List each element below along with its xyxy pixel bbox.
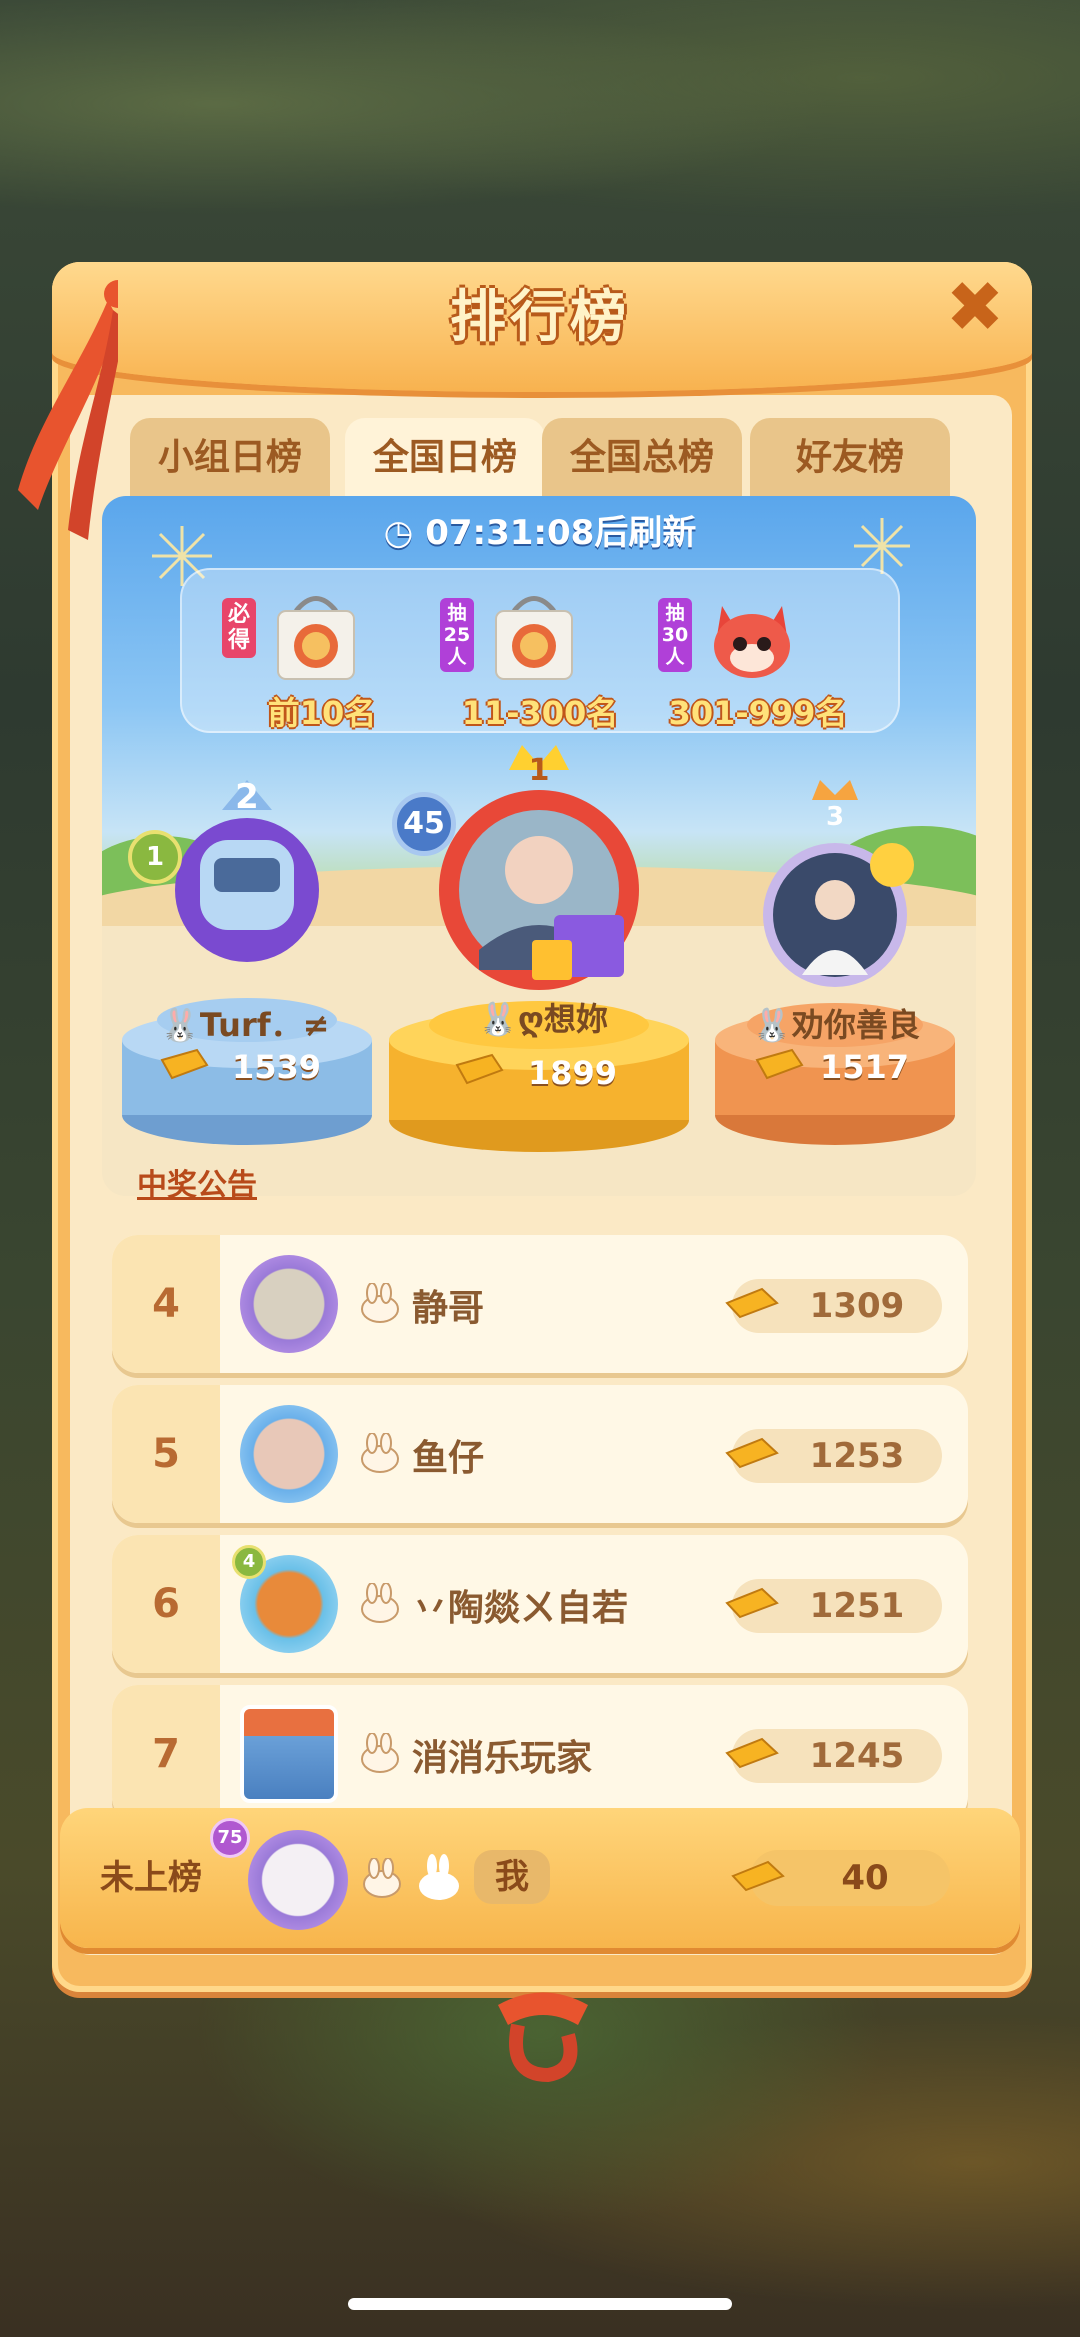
reward-panel: 必得 前10名 抽 25 人 11-300名 抽 30 人 301-999名 xyxy=(180,568,900,733)
gold-bar-icon xyxy=(731,1860,785,1892)
reward-top10[interactable]: 必得 前10名 xyxy=(222,580,422,732)
level-badge: 4 xyxy=(232,1545,266,1579)
my-rank-row[interactable]: 未上榜 75 我 40 xyxy=(60,1808,1020,1948)
my-rank-status: 未上榜 xyxy=(100,1858,202,1898)
podium-third-name: 🐰劝你善良 xyxy=(752,1006,920,1044)
rabbit-icon xyxy=(361,1283,399,1323)
level-badge: 75 xyxy=(210,1818,250,1858)
avatar xyxy=(240,1705,338,1803)
reward-11-300[interactable]: 抽 25 人 11-300名 xyxy=(440,580,640,732)
gift-bag-icon xyxy=(277,596,355,680)
reward-rank: 301-999名 xyxy=(668,694,848,732)
table-row[interactable]: 7 消消乐玩家 1245 xyxy=(112,1685,968,1823)
announcement-link[interactable]: 中奖公告 xyxy=(137,1160,257,1204)
avatar xyxy=(240,1255,338,1353)
svg-text:1: 1 xyxy=(529,753,550,788)
tab-group-daily[interactable]: 小组日榜 xyxy=(130,418,330,498)
reward-rank: 11-300名 xyxy=(461,694,619,732)
gift-bag-icon xyxy=(495,596,573,680)
tab-bar: 小组日榜 全国日榜 全国总榜 好友榜 xyxy=(130,418,950,498)
rabbit-icon: 🐰 xyxy=(752,1006,792,1044)
table-row[interactable]: 5 鱼仔 1253 xyxy=(112,1385,968,1523)
rabbit-icon xyxy=(361,1733,399,1773)
rabbit-icon xyxy=(363,1858,401,1898)
reward-tag: 抽 25 人 xyxy=(440,598,474,672)
level-badge-first: 45 xyxy=(392,792,456,856)
svg-text:3: 3 xyxy=(826,802,844,832)
row-score: 1245 xyxy=(809,1736,905,1776)
countdown-suffix: 后刷新 xyxy=(594,513,697,553)
ribbon-knot-decoration xyxy=(498,1992,588,2083)
row-name: 消消乐玩家 xyxy=(412,1738,593,1779)
tab-national-total[interactable]: 全国总榜 xyxy=(542,418,742,498)
level-badge-second: 1 xyxy=(128,830,182,884)
podium-second-score: 1539 xyxy=(232,1048,322,1086)
podium-first-name: 🐰ღ想妳 xyxy=(478,1000,608,1038)
tab-friends[interactable]: 好友榜 xyxy=(750,418,950,498)
page-title: 排行榜 xyxy=(450,285,630,350)
podium-third-score: 1517 xyxy=(820,1048,910,1086)
row-rank: 4 xyxy=(112,1235,220,1373)
podium-first-score: 1899 xyxy=(528,1054,618,1092)
row-score: 1309 xyxy=(809,1286,905,1326)
close-button[interactable]: ✖ xyxy=(940,272,1010,342)
svg-text:2: 2 xyxy=(235,777,259,817)
reward-tag: 必得 xyxy=(222,598,256,658)
my-name: 我 xyxy=(474,1850,550,1904)
tab-national-daily[interactable]: 全国日榜 xyxy=(345,418,545,498)
row-rank: 5 xyxy=(112,1385,220,1523)
podium-art: 2 1 3 xyxy=(122,745,955,1152)
row-score: 1251 xyxy=(809,1586,905,1626)
red-fox-plush-icon xyxy=(714,606,790,678)
row-name: 鱼仔 xyxy=(412,1438,485,1479)
my-score: 40 xyxy=(841,1858,889,1898)
avatar xyxy=(248,1830,348,1930)
row-rank: 6 xyxy=(112,1535,220,1673)
home-indicator[interactable] xyxy=(348,2298,732,2310)
rabbit-icon: 🐰 xyxy=(478,1000,518,1038)
table-row[interactable]: 6 4 丷陶燚ㄨ自若 1251 xyxy=(112,1535,968,1673)
rabbit-icon xyxy=(361,1433,399,1473)
rabbit-icon: 🐰 xyxy=(160,1006,200,1044)
row-name: 静哥 xyxy=(412,1288,485,1329)
reward-tag: 抽 30 人 xyxy=(658,598,692,672)
row-score: 1253 xyxy=(809,1436,905,1476)
countdown-time: 07:31:08 xyxy=(425,513,595,553)
background-top-blur xyxy=(0,0,1080,260)
white-rabbit-icon xyxy=(419,1854,459,1900)
clock-icon: ◷ xyxy=(383,513,426,553)
reward-rank: 前10名 xyxy=(267,694,377,732)
close-icon: ✖ xyxy=(945,266,1005,348)
podium-second-name: 🐰Turf．≠ xyxy=(160,1006,330,1044)
table-row[interactable]: 4 静哥 1309 xyxy=(112,1235,968,1373)
avatar xyxy=(240,1405,338,1503)
row-rank: 7 xyxy=(112,1685,220,1823)
rabbit-icon xyxy=(361,1583,399,1623)
row-name: 丷陶燚ㄨ自若 xyxy=(412,1588,629,1629)
refresh-countdown: ◷ 07:31:08后刷新 xyxy=(0,505,1080,554)
reward-301-999[interactable]: 抽 30 人 301-999名 xyxy=(658,580,858,732)
